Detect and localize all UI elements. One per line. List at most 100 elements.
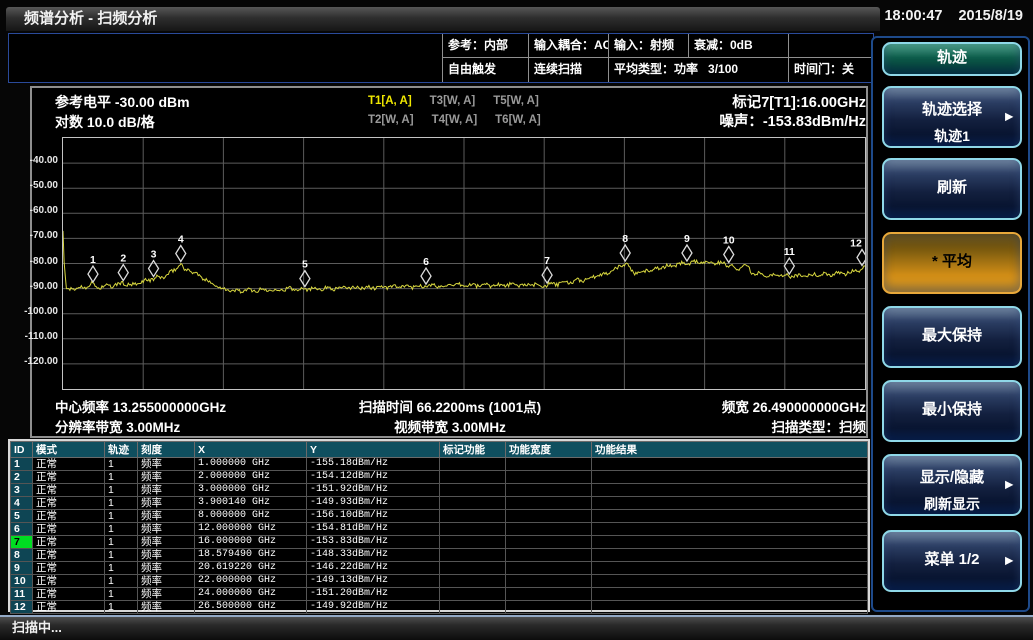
marker-diamond-9 <box>682 245 692 261</box>
cell-id: 6 <box>11 523 33 536</box>
y-axis-label: -50.00 <box>0 180 58 191</box>
marker-diamond-10 <box>724 247 734 263</box>
trace-status-t6: T6[W, A] <box>495 114 541 126</box>
setting-reference: 参考：内部 <box>443 34 529 58</box>
marker-number-10: 10 <box>723 235 735 247</box>
cell-trace: 1 <box>105 601 138 614</box>
marker-table-row[interactable]: 2正常1频率2.000000 GHz-154.12dBm/Hz <box>11 471 868 484</box>
softkey-refresh[interactable]: 刷新 <box>882 158 1022 220</box>
y-axis-label: -40.00 <box>0 155 58 166</box>
cell-func <box>440 471 506 484</box>
marker-table-row[interactable]: 8正常1频率18.579490 GHz-148.33dBm/Hz <box>11 549 868 562</box>
y-axis-label: -70.00 <box>0 230 58 241</box>
cell-width <box>506 510 592 523</box>
softkey-average[interactable]: * 平均 <box>882 232 1022 294</box>
cell-width <box>506 575 592 588</box>
cell-width <box>506 562 592 575</box>
cell-mode: 正常 <box>33 497 105 510</box>
cell-x: 24.000000 GHz <box>195 588 307 601</box>
marker-table-row[interactable]: 10正常1频率22.000000 GHz-149.13dBm/Hz <box>11 575 868 588</box>
cell-width <box>506 484 592 497</box>
marker-table-row[interactable]: 3正常1频率3.000000 GHz-151.92dBm/Hz <box>11 484 868 497</box>
softkey-max-hold[interactable]: 最大保持 <box>882 306 1022 368</box>
marker-diamond-7 <box>542 267 552 283</box>
marker-table-row[interactable]: 6正常1频率12.000000 GHz-154.81dBm/Hz <box>11 523 868 536</box>
y-axis-label: -100.00 <box>0 306 58 317</box>
cell-x: 20.619220 GHz <box>195 562 307 575</box>
setting-input: 输入：射频 <box>609 34 689 58</box>
cell-y: -153.83dBm/Hz <box>307 536 440 549</box>
cell-mode: 正常 <box>33 458 105 471</box>
avg-count: 3/100 <box>708 62 738 76</box>
marker-table-row[interactable]: 12正常1频率26.500000 GHz-149.92dBm/Hz <box>11 601 868 614</box>
softkey-label: 轨迹选择 <box>884 98 1020 119</box>
setting-sweep-mode: 连续扫描 <box>529 58 609 82</box>
cell-scale: 频率 <box>138 510 195 523</box>
cell-mode: 正常 <box>33 575 105 588</box>
softkey-label: 最小保持 <box>884 382 1020 438</box>
cell-y: -154.12dBm/Hz <box>307 471 440 484</box>
settings-grid: 参考：内部 输入耦合：AC 输入：射频 衰减：0dB 自由触发 连续扫描 平均类… <box>443 34 873 82</box>
settings-empty-box <box>9 34 443 82</box>
cell-mode: 正常 <box>33 601 105 614</box>
marker-table-row[interactable]: 7正常1频率16.000000 GHz-153.83dBm/Hz <box>11 536 868 549</box>
cell-id: 1 <box>11 458 33 471</box>
marker-number-5: 5 <box>302 259 308 271</box>
marker-table-row[interactable]: 9正常1频率20.619220 GHz-146.22dBm/Hz <box>11 562 868 575</box>
y-axis-label: -80.00 <box>0 256 58 267</box>
cell-func <box>440 497 506 510</box>
cell-result <box>592 575 868 588</box>
marker-table-row[interactable]: 5正常1频率8.000000 GHz-156.10dBm/Hz <box>11 510 868 523</box>
cell-id-selected: 7 <box>11 536 33 549</box>
cell-func <box>440 484 506 497</box>
softkey-show-hide[interactable]: 显示/隐藏刷新显示▶ <box>882 454 1022 516</box>
marker-table-row[interactable]: 4正常1频率3.900140 GHz-149.93dBm/Hz <box>11 497 868 510</box>
marker-diamond-6 <box>421 268 431 284</box>
marker-readout-line2: 噪声：-153.83dBm/Hz <box>719 110 866 131</box>
marker-table-row[interactable]: 1正常1频率1.000000 GHz-155.18dBm/Hz <box>11 458 868 471</box>
cell-id: 12 <box>11 601 33 614</box>
trace-status-t3: T3[W, A] <box>430 95 476 107</box>
cell-width <box>506 549 592 562</box>
marker-number-2: 2 <box>120 253 126 265</box>
cell-width <box>506 523 592 536</box>
softkey-min-hold[interactable]: 最小保持 <box>882 380 1022 442</box>
cell-y: -151.92dBm/Hz <box>307 484 440 497</box>
marker-table-row[interactable]: 11正常1频率24.000000 GHz-151.20dBm/Hz <box>11 588 868 601</box>
cell-trace: 1 <box>105 562 138 575</box>
marker-table-box: ID模式轨迹刻度XY标记功能功能宽度功能结果 1正常1频率1.000000 GH… <box>8 439 870 612</box>
marker-number-9: 9 <box>684 233 690 245</box>
softkey-menu-title[interactable]: 轨迹 <box>882 42 1022 76</box>
cell-x: 3.900140 GHz <box>195 497 307 510</box>
cell-mode: 正常 <box>33 510 105 523</box>
setting-trigger: 自由触发 <box>443 58 529 82</box>
cell-result <box>592 601 868 614</box>
trace-labels-row1: T1[A, A]T3[W, A]T5[W, A] <box>368 95 557 107</box>
table-header-cell: 标记功能 <box>440 442 506 458</box>
softkey-label: * 平均 <box>884 234 1020 290</box>
softkey-menu-page[interactable]: 菜单 1/2▶ <box>882 530 1022 592</box>
cell-id: 3 <box>11 484 33 497</box>
cell-scale: 频率 <box>138 549 195 562</box>
softkey-trace-select[interactable]: 轨迹选择轨迹1▶ <box>882 86 1022 148</box>
marker-diamond-8 <box>620 245 630 261</box>
table-header-cell: Y <box>307 442 440 458</box>
cell-func <box>440 510 506 523</box>
cell-x: 22.000000 GHz <box>195 575 307 588</box>
marker-number-8: 8 <box>622 233 628 245</box>
marker-diamond-1 <box>88 266 98 282</box>
spectrum-plot: 123456789101112 <box>62 137 866 390</box>
cell-result <box>592 471 868 484</box>
cell-x: 12.000000 GHz <box>195 523 307 536</box>
cell-scale: 频率 <box>138 588 195 601</box>
cell-result <box>592 588 868 601</box>
cell-y: -154.81dBm/Hz <box>307 523 440 536</box>
trace-status-t2: T2[W, A] <box>368 114 414 126</box>
table-header-cell: X <box>195 442 307 458</box>
status-text: 扫描中... <box>12 620 62 635</box>
cell-y: -155.18dBm/Hz <box>307 458 440 471</box>
cell-scale: 频率 <box>138 484 195 497</box>
vbw-text: 视频带宽 3.00MHz <box>250 416 650 436</box>
date-text: 2015/8/19 <box>958 8 1023 24</box>
cell-id: 9 <box>11 562 33 575</box>
